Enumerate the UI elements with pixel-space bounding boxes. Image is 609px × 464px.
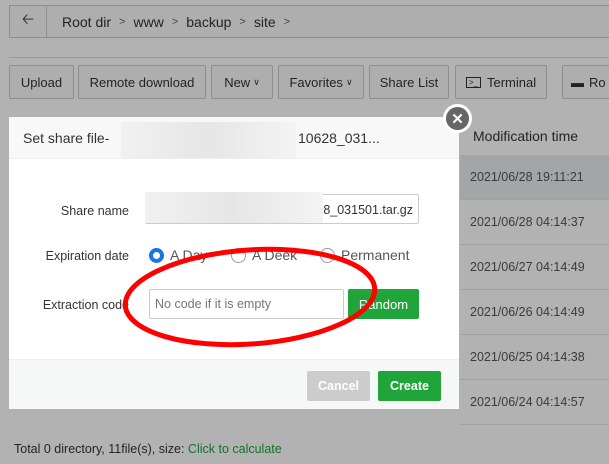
annotation-layer — [122, 246, 378, 348]
red-annotation-ellipse — [122, 246, 378, 348]
